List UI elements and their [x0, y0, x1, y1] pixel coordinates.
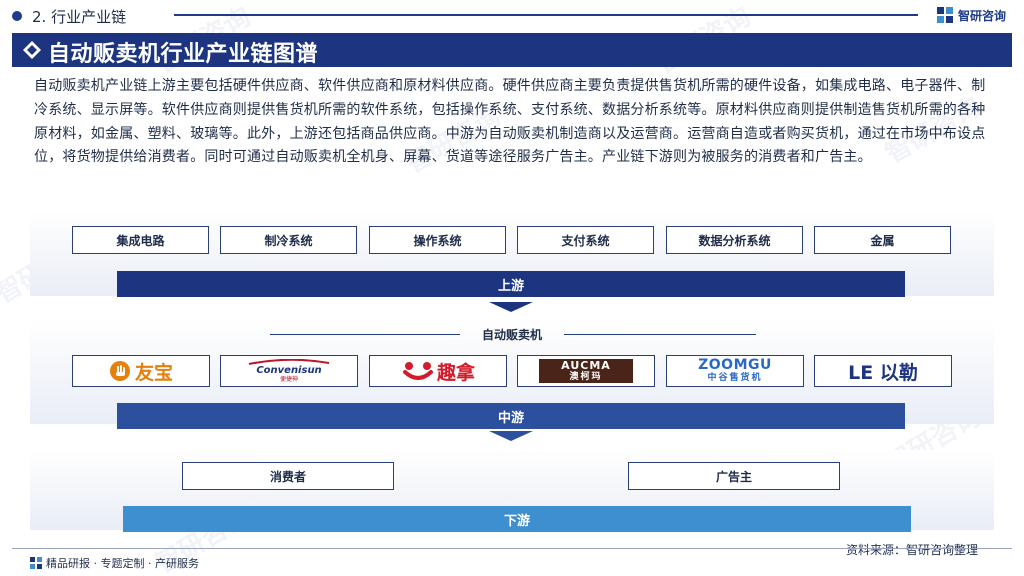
midstream-bar: 中游 — [117, 403, 905, 429]
down-arrow-icon — [489, 302, 533, 312]
header-rule-left — [270, 334, 460, 335]
logo-zoomgu-text: ZOOMGU — [698, 357, 772, 373]
footer-rule — [12, 548, 1012, 549]
footer-tagline-text: 精品研报 · 专题定制 · 产研服务 — [46, 557, 199, 570]
downstream-node: 广告主 — [628, 462, 840, 490]
brand-logo-icon — [30, 557, 42, 569]
header-rule-right — [564, 334, 756, 335]
upstream-node: 制冷系统 — [220, 226, 357, 254]
logo-convenisun-sub: 便捷神 — [279, 376, 298, 383]
upstream-node: 操作系统 — [369, 226, 506, 254]
upstream-node: 数据分析系统 — [666, 226, 803, 254]
logo-quna-text: 趣拿 — [436, 361, 475, 384]
logo-quna: 趣拿 — [369, 355, 507, 387]
title-banner: 自动贩卖机行业产业链图谱 — [12, 33, 1012, 67]
logo-convenisun-text: Convenisun — [256, 365, 322, 376]
source-note: 资料来源：智研咨询整理 — [846, 543, 979, 557]
logo-leqi: LE 以勒 — [814, 355, 952, 387]
upstream-node: 金属 — [814, 226, 951, 254]
page-title: 自动贩卖机行业产业链图谱 — [48, 42, 319, 67]
upstream-node: 支付系统 — [517, 226, 654, 254]
header-rule — [174, 14, 918, 16]
brand-logo-icon — [937, 7, 953, 23]
section-bullet-icon — [12, 11, 22, 21]
brand: 智研咨询 — [936, 6, 1006, 24]
logo-convenisun: Convenisun 便捷神 — [220, 355, 358, 387]
logo-zoomgu: ZOOMGU 中谷售货机 — [666, 355, 804, 387]
smile-icon — [402, 362, 433, 380]
down-arrow-icon — [489, 431, 533, 441]
upstream-bar: 上游 — [117, 271, 905, 297]
downstream-bar: 下游 — [123, 506, 911, 532]
upstream-node: 集成电路 — [72, 226, 209, 254]
logo-leqi-text: LE 以勒 — [848, 361, 918, 384]
footer-tagline: 精品研报 · 专题定制 · 产研服务 — [30, 555, 199, 571]
logo-zoomgu-sub: 中谷售货机 — [707, 373, 763, 383]
diamond-icon — [23, 41, 41, 59]
logo-youbao: 友宝 — [72, 355, 210, 387]
description-paragraph: 自动贩卖机产业链上游主要包括硬件供应商、软件供应商和原材料供应商。硬件供应商主要… — [34, 78, 986, 166]
logo-aucma-sub: 澳柯玛 — [569, 372, 603, 382]
logo-aucma-text: AUCMA — [561, 359, 611, 372]
hand-icon — [109, 361, 130, 381]
downstream-node: 消费者 — [182, 462, 394, 490]
brand-name: 智研咨询 — [958, 8, 1007, 23]
section-label: 2. 行业产业链 — [32, 8, 127, 26]
midstream-header: 自动贩卖机 — [481, 328, 542, 342]
logo-aucma: AUCMA 澳柯玛 — [517, 355, 655, 387]
top-bar: 2. 行业产业链 智研咨询 — [0, 0, 1024, 32]
logo-youbao-text: 友宝 — [134, 361, 173, 384]
logo-aucma-plate: AUCMA 澳柯玛 — [539, 359, 633, 383]
